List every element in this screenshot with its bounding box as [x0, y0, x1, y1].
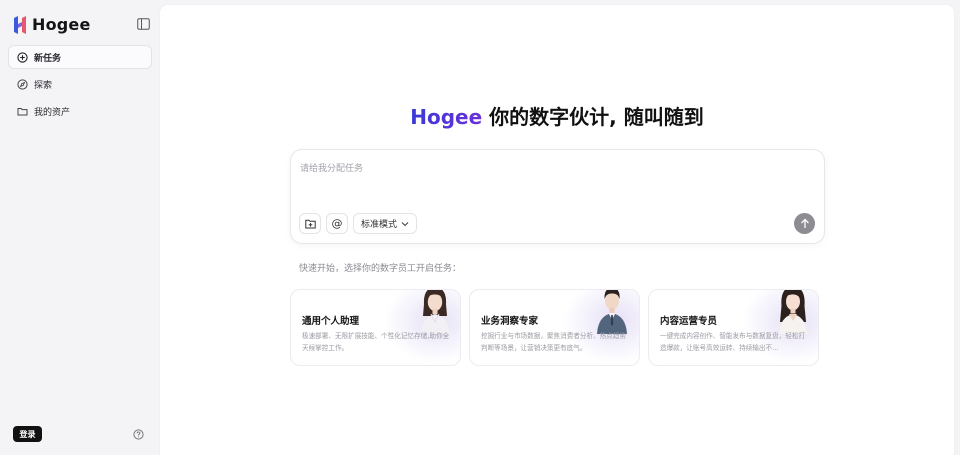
agent-card-business-insight[interactable]: 业务洞察专家 挖掘行业与市场数据，聚焦消费者分析、热点趋势判断等场景，让营销决策… [469, 289, 640, 366]
female-assistant-avatar-icon [421, 290, 449, 334]
sidebar-item-explore[interactable]: 探索 [8, 72, 152, 96]
card-description: 一键完成内容创作、智能发布与数据复盘，轻松打造爆款，让账号高效运转、持续输出不.… [660, 332, 806, 352]
agent-card-personal-assistant[interactable]: 通用个人助理 极速部署、无限扩展技能、个性化记忆存储,助你全天候掌控工作。 [290, 289, 461, 366]
sidebar-item-label: 我的资产 [34, 107, 71, 118]
upload-file-button[interactable] [299, 213, 321, 234]
sidebar: Hogee 新任务 探索 我的资产 登录 [0, 0, 160, 455]
folder-icon [17, 107, 28, 115]
plus-circle-icon [17, 51, 28, 63]
folder-upload-icon [304, 219, 316, 228]
logo[interactable]: Hogee [13, 15, 91, 34]
sidebar-item-new-task[interactable]: 新任务 [8, 45, 152, 69]
mode-select[interactable]: 标准模式 [353, 213, 417, 234]
send-button[interactable] [794, 213, 815, 234]
mention-button[interactable]: @ [326, 213, 348, 234]
card-description: 极速部署、无限扩展技能、个性化记忆存储,助你全天候掌控工作。 [302, 332, 450, 352]
sidebar-item-label: 新任务 [34, 53, 62, 64]
chevron-down-icon [401, 221, 409, 226]
agent-card-content-operation[interactable]: 内容运营专员 一键完成内容创作、智能发布与数据复盘，轻松打造爆款，让账号高效运转… [648, 289, 819, 366]
arrow-up-icon [800, 218, 809, 228]
sidebar-item-my-assets[interactable]: 我的资产 [8, 99, 152, 123]
sidebar-item-label: 探索 [34, 80, 53, 91]
card-title: 业务洞察专家 [481, 316, 539, 327]
page-title: Hogee 你的数字伙计, 随叫随到 [160, 101, 954, 130]
compass-icon [17, 78, 28, 90]
card-title: 内容运营专员 [660, 316, 718, 327]
agent-cards: 通用个人助理 极速部署、无限扩展技能、个性化记忆存储,助你全天候掌控工作。 业务… [290, 289, 820, 366]
logo-text: Hogee [32, 15, 91, 34]
task-input[interactable] [300, 159, 780, 179]
female-content-avatar-icon [779, 290, 807, 334]
login-button[interactable]: 登录 [13, 426, 42, 442]
hero-title: 你的数字伙计, 随叫随到 [489, 105, 704, 129]
card-title: 通用个人助理 [302, 316, 360, 327]
task-composer: @ 标准模式 [290, 149, 825, 244]
quick-start-label: 快速开始，选择你的数字员工开启任务： [299, 264, 462, 274]
male-analyst-avatar-icon [597, 290, 627, 334]
card-description: 挖掘行业与市场数据，聚焦消费者分析、热点趋势判断等场景，让营销决策更有底气。 [481, 332, 627, 352]
hogee-logo-icon [14, 15, 26, 34]
question-circle-icon[interactable] [133, 429, 144, 440]
sidebar-nav: 新任务 探索 我的资产 [8, 45, 152, 126]
mode-select-label: 标准模式 [360, 220, 397, 230]
hero-brand: Hogee [410, 105, 483, 129]
main-panel: Hogee 你的数字伙计, 随叫随到 @ 标准模式 快速开始，选择你的数字员工开… [160, 5, 954, 455]
sidebar-toggle-icon[interactable] [137, 18, 150, 30]
